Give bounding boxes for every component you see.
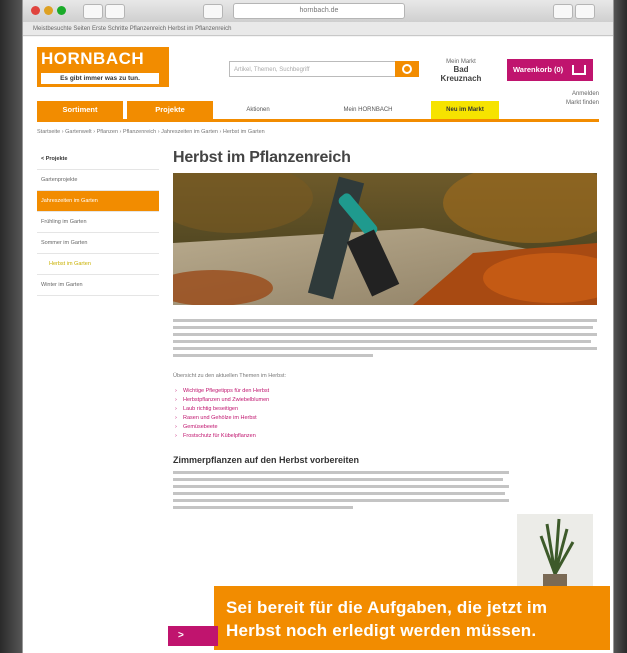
share-button[interactable] [553, 4, 573, 19]
sidebar-item-projekte[interactable]: < Projekte [37, 149, 159, 170]
search-input[interactable]: Artikel, Themen, Suchbegriff [229, 61, 401, 77]
zoom-window-button[interactable] [57, 6, 66, 15]
sidebar: < Projekte Gartenprojekte Jahreszeiten i… [37, 149, 159, 296]
browser-window: hornbach.de Meistbesuchte Seiten Erste S… [22, 0, 614, 653]
nav-tab-sortiment[interactable]: Sortiment [37, 101, 123, 119]
close-window-button[interactable] [31, 6, 40, 15]
utility-links: Anmelden Markt finden [566, 90, 599, 108]
logo-slogan: Es gibt immer was zu tun. [41, 73, 159, 84]
caption-line-1: Sei bereit für die Aufgaben, die jetzt i… [226, 598, 548, 617]
topic-link[interactable]: Gemüsebeete [173, 423, 605, 432]
sidebar-item-winter[interactable]: Winter im Garten [37, 275, 159, 296]
text-line [173, 492, 505, 495]
logo-brand: HORNBACH [41, 49, 145, 68]
reader-button[interactable] [203, 4, 223, 19]
back-button[interactable] [83, 4, 103, 19]
hornbach-logo[interactable]: HORNBACH Es gibt immer was zu tun. [37, 47, 169, 87]
store-name: Bad Kreuznach [440, 65, 482, 83]
browser-toolbar: hornbach.de [23, 0, 613, 23]
text-line [173, 478, 503, 481]
tabs-button[interactable] [575, 4, 595, 19]
search-button[interactable] [395, 61, 419, 77]
overlay-caption: Sei bereit für die Aufgaben, die jetzt i… [214, 586, 610, 650]
text-line [173, 506, 353, 509]
store-finder-link[interactable]: Markt finden [566, 99, 599, 108]
text-line [173, 326, 593, 329]
caption-line-2: Herbst noch erledigt werden müssen. [226, 621, 537, 640]
topic-link[interactable]: Herbstpflanzen und Zwiebelblumen [173, 396, 605, 405]
address-bar[interactable]: hornbach.de [233, 3, 405, 19]
topic-link[interactable]: Frostschutz für Kübelpflanzen [173, 432, 605, 441]
bookmarks-bar[interactable]: Meistbesuchte Seiten Erste Schritte Pfla… [23, 22, 613, 36]
nav-link-aktionen[interactable]: Aktionen [223, 101, 293, 119]
forward-button[interactable] [105, 4, 125, 19]
login-link[interactable]: Anmelden [566, 90, 599, 99]
text-line [173, 485, 509, 488]
nav-underline [37, 119, 599, 122]
nav-tab-projekte[interactable]: Projekte [127, 101, 213, 119]
topics-intro: Übersicht zu den aktuellen Themen im Her… [173, 373, 287, 379]
sidebar-item-herbst[interactable]: Herbst im Garten [37, 254, 159, 275]
intro-paragraph [173, 319, 605, 357]
section-paragraph [173, 471, 605, 509]
background-left [0, 0, 24, 653]
section-heading: Zimmerpflanzen auf den Herbst vorbereite… [173, 455, 360, 465]
sidebar-item-jahreszeiten[interactable]: Jahreszeiten im Garten [37, 191, 159, 212]
topic-link[interactable]: Rasen und Gehölze im Herbst [173, 414, 605, 423]
text-line [173, 333, 597, 336]
store-selector[interactable]: Mein Markt Bad Kreuznach [435, 59, 487, 83]
sidebar-item-sommer[interactable]: Sommer im Garten [37, 233, 159, 254]
sidebar-item-gartenprojekte[interactable]: Gartenprojekte [37, 170, 159, 191]
cart-icon[interactable] [563, 59, 593, 81]
topic-link[interactable]: Laub richtig beseitigen [173, 405, 605, 414]
nav-link-mein-hornbach[interactable]: Mein HORNBACH [323, 101, 413, 119]
hero-image-leaf-blower [173, 173, 597, 305]
autumn-garden-photo [173, 173, 597, 305]
sidebar-item-fruehling[interactable]: Frühling im Garten [37, 212, 159, 233]
text-line [173, 340, 591, 343]
text-line [173, 471, 509, 474]
text-line [173, 499, 509, 502]
topics-list: Wichtige Pflegetipps für den Herbst Herb… [173, 387, 605, 441]
page-title: Herbst im Pflanzenreich [173, 149, 351, 166]
main-content: Herbst im Pflanzenreich Übersicht zu den… [173, 149, 605, 513]
topic-link[interactable]: Wichtige Pflegetipps für den Herbst [173, 387, 605, 396]
next-button[interactable]: > [168, 626, 218, 646]
nav-highlight[interactable]: Neu im Markt [431, 101, 499, 119]
text-line [173, 347, 597, 350]
text-line [173, 354, 373, 357]
text-line [173, 319, 597, 322]
breadcrumb[interactable]: Startseite › Gartenwelt › Pflanzen › Pfl… [37, 129, 265, 135]
minimize-window-button[interactable] [44, 6, 53, 15]
